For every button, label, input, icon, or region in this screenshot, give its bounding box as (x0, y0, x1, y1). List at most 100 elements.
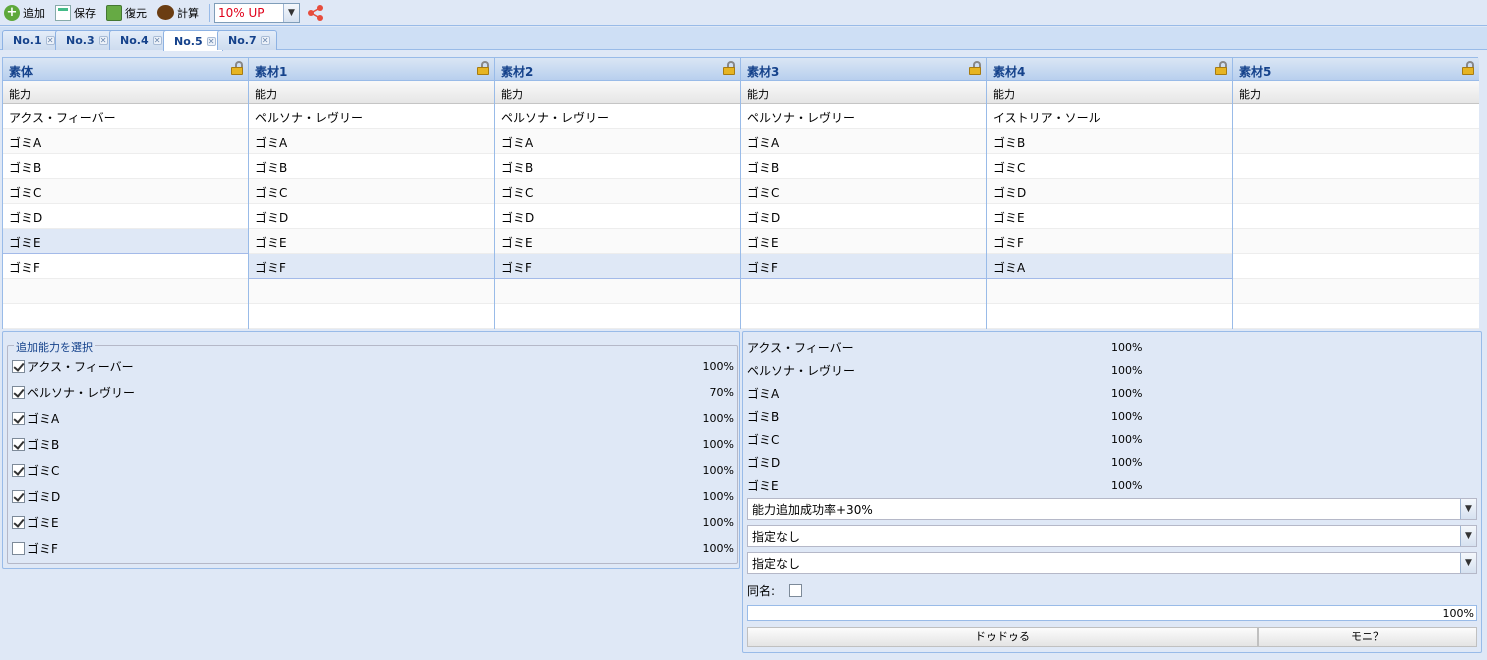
ability-checkbox[interactable] (12, 437, 25, 451)
table-row[interactable] (1233, 279, 1479, 304)
table-row[interactable] (495, 279, 740, 304)
ability-checkbox[interactable] (12, 489, 25, 503)
table-row[interactable] (249, 279, 494, 304)
grid-column-header[interactable]: 能力 (1233, 81, 1479, 104)
table-row[interactable]: ゴミA (987, 254, 1232, 279)
add-button[interactable]: + 追加 (4, 4, 45, 21)
ability-row[interactable]: ゴミC 100% (12, 460, 734, 480)
restore-button[interactable]: 復元 (106, 4, 147, 21)
unlock-icon[interactable] (477, 61, 489, 75)
grid-column-header[interactable]: 能力 (495, 81, 740, 104)
table-row[interactable] (741, 279, 986, 304)
chevron-down-icon[interactable]: ▼ (283, 3, 299, 22)
table-row[interactable] (3, 304, 248, 329)
calc-button[interactable]: 計算 (157, 5, 199, 21)
table-row[interactable]: ゴミD (3, 204, 248, 229)
grid-column-header[interactable]: 能力 (3, 81, 248, 104)
moni-button[interactable]: モニ？ (1258, 627, 1477, 647)
grid-column-header[interactable]: 能力 (987, 81, 1232, 104)
table-row[interactable]: ゴミE (249, 229, 494, 254)
rate-select[interactable]: 10% UP ▼ (214, 2, 300, 23)
ability-checkbox[interactable] (12, 385, 25, 399)
table-row[interactable] (741, 304, 986, 329)
close-icon[interactable]: ✕ (45, 36, 55, 45)
table-row[interactable]: ゴミB (249, 154, 494, 179)
table-row[interactable]: ゴミD (249, 204, 494, 229)
unlock-icon[interactable] (723, 61, 735, 75)
share-icon[interactable] (308, 4, 324, 21)
grid-column-header[interactable]: 能力 (249, 81, 494, 104)
table-row[interactable]: ゴミC (495, 179, 740, 204)
table-row[interactable]: ペルソナ・レヴリー (741, 104, 986, 129)
ability-row[interactable]: ゴミE 100% (12, 512, 734, 532)
table-row[interactable] (249, 304, 494, 329)
table-row[interactable]: ゴミA (495, 129, 740, 154)
unlock-icon[interactable] (231, 61, 243, 75)
tab-no3[interactable]: No.3 ✕ (55, 30, 115, 50)
table-row[interactable]: ゴミE (3, 229, 248, 254)
table-row[interactable] (1233, 229, 1479, 254)
table-row[interactable] (987, 304, 1232, 329)
chevron-down-icon[interactable]: ▼ (1460, 499, 1476, 519)
table-row[interactable] (3, 279, 248, 304)
close-icon[interactable]: ✕ (152, 36, 162, 45)
table-row[interactable]: ペルソナ・レヴリー (249, 104, 494, 129)
table-row[interactable]: ゴミC (249, 179, 494, 204)
ability-row[interactable]: アクス・フィーバー 100% (12, 356, 734, 376)
table-row[interactable] (1233, 154, 1479, 179)
same-name-checkbox[interactable] (789, 584, 803, 597)
table-row[interactable] (987, 279, 1232, 304)
ability-checkbox[interactable] (12, 411, 25, 425)
table-row[interactable] (1233, 254, 1479, 279)
ability-checkbox[interactable] (12, 515, 25, 529)
table-row[interactable]: ゴミB (495, 154, 740, 179)
table-row[interactable]: ゴミF (987, 229, 1232, 254)
grid-column-header[interactable]: 能力 (741, 81, 986, 104)
tab-no7[interactable]: No.7 ✕ (217, 30, 277, 50)
table-row[interactable]: ゴミF (249, 254, 494, 279)
unlock-icon[interactable] (1215, 61, 1227, 75)
table-row[interactable]: ゴミF (3, 254, 248, 279)
table-row[interactable]: ゴミD (987, 179, 1232, 204)
tab-no5[interactable]: No.5 ✕ (163, 30, 223, 51)
table-row[interactable] (1233, 104, 1479, 129)
table-row[interactable]: ゴミC (987, 154, 1232, 179)
ability-row[interactable]: ゴミF 100% (12, 538, 734, 558)
table-row[interactable]: イストリア・ソール (987, 104, 1232, 129)
ability-row[interactable]: ゴミD 100% (12, 486, 734, 506)
table-row[interactable]: ゴミB (3, 154, 248, 179)
table-row[interactable]: ゴミD (495, 204, 740, 229)
save-button[interactable]: 保存 (55, 4, 96, 21)
table-row[interactable]: ゴミF (741, 254, 986, 279)
table-row[interactable] (1233, 304, 1479, 329)
ability-row[interactable]: ゴミB 100% (12, 434, 734, 454)
ability-checkbox[interactable] (12, 359, 25, 373)
ability-checkbox[interactable] (12, 463, 25, 477)
table-row[interactable]: アクス・フィーバー (3, 104, 248, 129)
table-row[interactable]: ゴミA (3, 129, 248, 154)
tab-no1[interactable]: No.1 ✕ (2, 30, 62, 50)
chevron-down-icon[interactable]: ▼ (1460, 526, 1476, 546)
table-row[interactable]: ゴミA (249, 129, 494, 154)
table-row[interactable]: ゴミA (741, 129, 986, 154)
tab-no4[interactable]: No.4 ✕ (109, 30, 169, 50)
close-icon[interactable]: ✕ (98, 36, 108, 45)
close-icon[interactable]: ✕ (206, 36, 216, 46)
table-row[interactable]: ゴミD (741, 204, 986, 229)
table-row[interactable]: ゴミB (987, 129, 1232, 154)
table-row[interactable]: ゴミE (987, 204, 1232, 229)
unlock-icon[interactable] (1462, 61, 1474, 75)
table-row[interactable] (1233, 179, 1479, 204)
table-row[interactable]: ゴミE (495, 229, 740, 254)
table-row[interactable]: ゴミC (3, 179, 248, 204)
table-row[interactable]: ゴミB (741, 154, 986, 179)
close-icon[interactable]: ✕ (260, 36, 270, 45)
unlock-icon[interactable] (969, 61, 981, 75)
table-row[interactable] (1233, 204, 1479, 229)
chevron-down-icon[interactable]: ▼ (1460, 553, 1476, 573)
table-row[interactable]: ゴミF (495, 254, 740, 279)
table-row[interactable] (1233, 129, 1479, 154)
dodoru-button[interactable]: ドゥドゥる (747, 627, 1258, 647)
table-row[interactable]: ペルソナ・レヴリー (495, 104, 740, 129)
option-select-2[interactable]: 指定なし ▼ (747, 552, 1477, 574)
